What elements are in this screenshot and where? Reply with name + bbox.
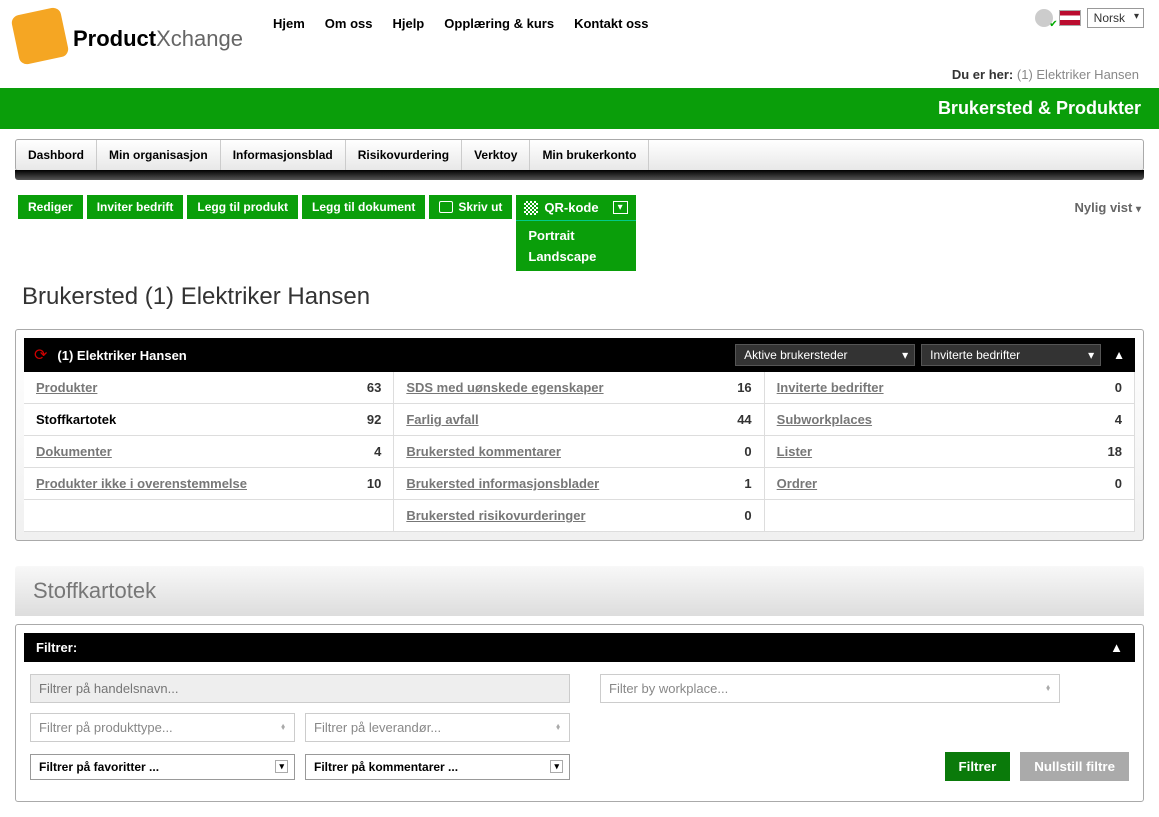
stat-link[interactable]: SDS med uønskede egenskaper — [406, 380, 603, 395]
logo-icon — [10, 6, 69, 65]
tab-organization[interactable]: Min organisasjon — [97, 140, 221, 170]
stat-link[interactable]: Stoffkartotek — [36, 412, 116, 427]
breadcrumb: Du er her: (1) Elektriker Hansen — [0, 61, 1159, 88]
panel-header: ⟳ (1) Elektriker Hansen Aktive brukerste… — [24, 338, 1135, 372]
stat-row — [24, 500, 394, 532]
supplier-filter[interactable]: Filtrer på leverandør... — [305, 713, 570, 742]
comments-filter[interactable]: Filtrer på kommentarer ... — [305, 754, 570, 780]
stat-row: Farlig avfall 44 — [394, 404, 764, 436]
invited-companies-select[interactable]: Inviterte bedrifter — [921, 344, 1101, 366]
nav-help[interactable]: Hjelp — [392, 16, 424, 31]
stat-value: 0 — [744, 444, 751, 459]
filter-header: Filtrer: ▲ — [24, 633, 1135, 662]
stat-link[interactable]: Brukersted risikovurderinger — [406, 508, 585, 523]
main-nav: Dashbord Min organisasjon Informasjonsbl… — [15, 139, 1144, 171]
chevron-down-icon: ▾ — [1136, 204, 1141, 215]
stat-link[interactable]: Ordrer — [777, 476, 817, 491]
stat-link[interactable]: Inviterte bedrifter — [777, 380, 884, 395]
stat-link[interactable]: Brukersted informasjonsblader — [406, 476, 599, 491]
stat-value: 4 — [1115, 412, 1122, 427]
tab-infosheet[interactable]: Informasjonsblad — [221, 140, 346, 170]
tab-risk[interactable]: Risikovurdering — [346, 140, 462, 170]
nav-training[interactable]: Opplæring & kurs — [444, 16, 554, 31]
stat-row: Brukersted informasjonsblader 1 — [394, 468, 764, 500]
qr-option-landscape[interactable]: Landscape — [516, 246, 635, 267]
page-title: Brukersted (1) Elektriker Hansen — [0, 271, 1159, 329]
tab-tools[interactable]: Verktoy — [462, 140, 530, 170]
stat-link[interactable]: Brukersted kommentarer — [406, 444, 561, 459]
nav-about[interactable]: Om oss — [325, 16, 373, 31]
stat-link[interactable]: Farlig avfall — [406, 412, 478, 427]
stat-value: 44 — [737, 412, 751, 427]
add-product-button[interactable]: Legg til produkt — [187, 195, 298, 219]
stat-row: Produkter ikke i overenstemmelse 10 — [24, 468, 394, 500]
collapse-icon[interactable]: ▲ — [1110, 640, 1123, 655]
nav-contact[interactable]: Kontakt oss — [574, 16, 648, 31]
stat-row: Lister 18 — [765, 436, 1135, 468]
collapse-icon[interactable]: ▲ — [1113, 348, 1125, 362]
flag-icon — [1059, 10, 1081, 26]
print-button[interactable]: Skriv ut — [429, 195, 512, 219]
edit-button[interactable]: Rediger — [18, 195, 83, 219]
section-title: Stoffkartotek — [15, 566, 1144, 616]
stat-row: Brukersted kommentarer 0 — [394, 436, 764, 468]
recently-viewed-link[interactable]: Nylig vist ▾ — [1075, 195, 1141, 215]
print-icon — [439, 201, 453, 213]
active-workplaces-select[interactable]: Aktive brukersteder — [735, 344, 915, 366]
tab-dashboard[interactable]: Dashbord — [16, 140, 97, 170]
stat-row: Produkter 63 — [24, 372, 394, 404]
logo[interactable]: ProductXchange — [15, 8, 243, 61]
language-select[interactable]: Norsk — [1087, 8, 1144, 28]
page-banner: Brukersted & Produkter — [0, 88, 1159, 129]
stat-link[interactable]: Lister — [777, 444, 812, 459]
stat-value: 0 — [744, 508, 751, 523]
stat-row: SDS med uønskede egenskaper 16 — [394, 372, 764, 404]
user-icon[interactable] — [1035, 9, 1053, 27]
stat-value: 0 — [1115, 476, 1122, 491]
stat-value: 1 — [744, 476, 751, 491]
stat-row — [765, 500, 1135, 532]
stat-link[interactable]: Dokumenter — [36, 444, 112, 459]
panel-title: (1) Elektriker Hansen — [57, 348, 729, 363]
tab-account[interactable]: Min brukerkonto — [530, 140, 649, 170]
top-nav: Hjem Om oss Hjelp Opplæring & kurs Konta… — [273, 8, 648, 31]
chevron-down-icon: ▾ — [613, 201, 628, 214]
favorites-filter[interactable]: Filtrer på favoritter ... — [30, 754, 295, 780]
qr-icon — [524, 201, 538, 215]
stat-link[interactable]: Produkter ikke i overenstemmelse — [36, 476, 247, 491]
stat-row: Subworkplaces 4 — [765, 404, 1135, 436]
stat-value: 4 — [374, 444, 381, 459]
stat-row: Brukersted risikovurderinger 0 — [394, 500, 764, 532]
stat-row: Inviterte bedrifter 0 — [765, 372, 1135, 404]
stat-row: Dokumenter 4 — [24, 436, 394, 468]
stat-link[interactable]: Produkter — [36, 380, 97, 395]
invite-company-button[interactable]: Inviter bedrift — [87, 195, 184, 219]
producttype-filter[interactable]: Filtrer på produkttype... — [30, 713, 295, 742]
stat-row: Stoffkartotek 92 — [24, 404, 394, 436]
stat-value: 10 — [367, 476, 381, 491]
refresh-icon[interactable]: ⟳ — [34, 345, 47, 365]
stat-value: 63 — [367, 380, 381, 395]
tradename-input[interactable] — [30, 674, 570, 703]
stat-value: 0 — [1115, 380, 1122, 395]
stat-link[interactable]: Subworkplaces — [777, 412, 872, 427]
stat-value: 16 — [737, 380, 751, 395]
stat-value: 18 — [1108, 444, 1122, 459]
stat-row: Ordrer 0 — [765, 468, 1135, 500]
reset-filter-button[interactable]: Nullstill filtre — [1020, 752, 1129, 781]
nav-home[interactable]: Hjem — [273, 16, 305, 31]
filter-button[interactable]: Filtrer — [945, 752, 1011, 781]
workplace-filter[interactable]: Filter by workplace... — [600, 674, 1060, 703]
stat-value: 92 — [367, 412, 381, 427]
qr-dropdown[interactable]: QR-kode ▾ Portrait Landscape — [516, 195, 635, 271]
qr-option-portrait[interactable]: Portrait — [516, 225, 635, 246]
add-document-button[interactable]: Legg til dokument — [302, 195, 425, 219]
